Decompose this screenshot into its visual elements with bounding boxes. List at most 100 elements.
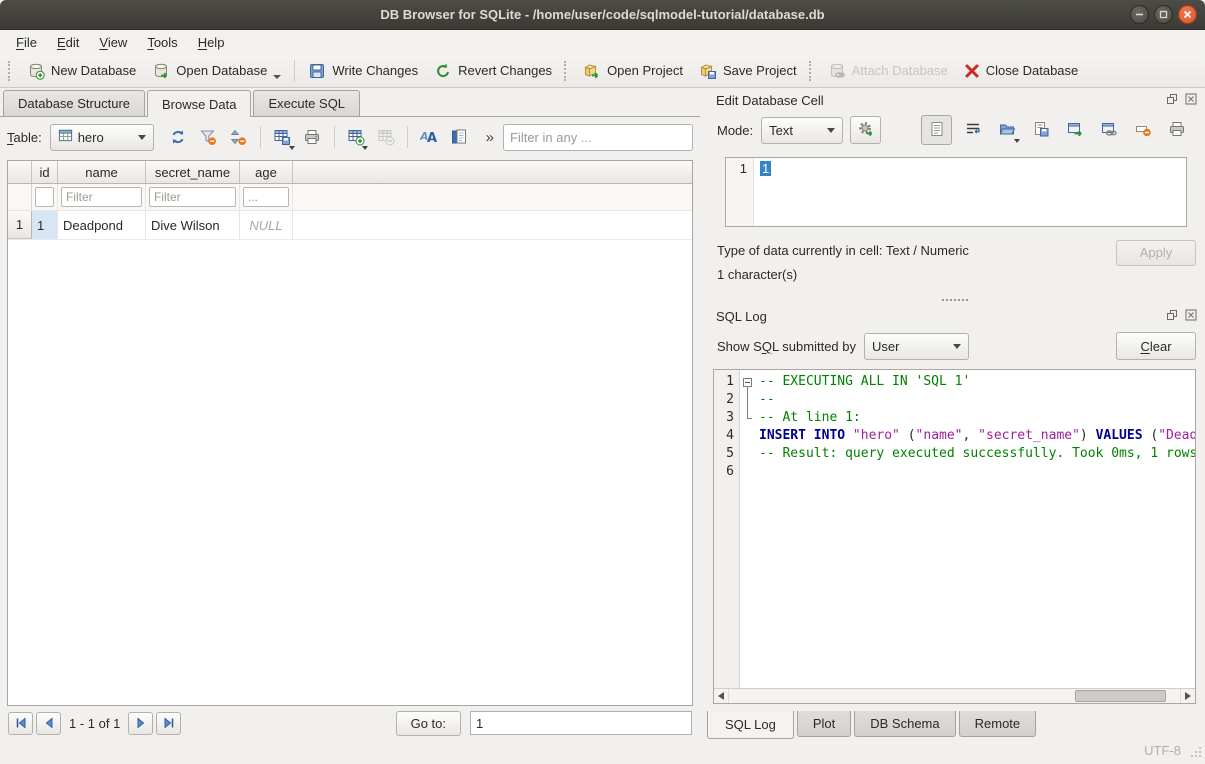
filter-corner [8,184,32,210]
mode-combo[interactable]: Text [761,117,843,144]
export-cell-button[interactable] [1027,117,1054,143]
open-in-app-button[interactable] [1061,117,1088,143]
auto-switch-mode-button[interactable] [850,116,881,144]
toolbar-drag-handle[interactable] [564,61,571,81]
resize-grip[interactable] [1189,745,1202,761]
clear-log-button[interactable]: Clear [1116,332,1196,360]
filter-secret-name[interactable]: Filter [146,184,240,210]
apply-button[interactable]: Apply [1116,240,1196,266]
fold-margin [740,370,757,688]
cell-id[interactable]: 1 [32,211,58,239]
maximize-button[interactable] [1154,5,1173,24]
word-wrap-button[interactable] [959,117,986,143]
tab-execute-sql[interactable]: Execute SQL [253,90,360,116]
next-record-icon [135,717,147,729]
clear-sort-button[interactable] [225,124,252,151]
column-header-age[interactable]: age [240,161,293,184]
set-null-button[interactable] [1129,117,1156,143]
encoding-button[interactable] [446,124,473,151]
filter-age-input[interactable]: ... [243,187,289,207]
fold-guide-end [747,418,752,419]
menu-edit[interactable]: Edit [47,32,89,53]
clear-filters-button[interactable] [195,124,222,151]
menu-view[interactable]: View [89,32,137,53]
font-settings-button[interactable]: AA [416,124,443,151]
menu-help[interactable]: Help [188,32,235,53]
cell-name[interactable]: Deadpond [58,211,146,239]
filter-age[interactable]: ... [240,184,293,210]
new-record-icon [347,128,365,146]
table-select-combo[interactable]: hero [50,124,154,151]
cell-age[interactable]: NULL [240,211,293,239]
dropdown-caret-icon [289,146,295,150]
copy-link-button[interactable] [1095,117,1122,143]
filter-any-column-input[interactable] [503,124,693,151]
open-database-dropdown-icon[interactable] [273,75,281,79]
tab-sql-log[interactable]: SQL Log [707,711,794,739]
cell-secret-name[interactable]: Dive Wilson [146,211,240,239]
write-changes-button[interactable]: Write Changes [300,58,426,84]
word-wrap-icon [964,120,982,141]
import-cell-button[interactable] [993,117,1020,143]
dock-close-button[interactable] [1184,94,1198,108]
previous-record-button[interactable] [36,712,61,735]
revert-changes-button[interactable]: Revert Changes [426,58,560,84]
menu-file[interactable]: File [6,32,47,53]
toolbar-drag-handle[interactable] [809,61,816,81]
minimize-button[interactable] [1130,5,1149,24]
open-file-icon [998,120,1016,141]
filter-name[interactable]: Filter [58,184,146,210]
close-button[interactable] [1178,5,1197,24]
tab-db-schema[interactable]: DB Schema [854,711,955,737]
menu-tools[interactable]: Tools [137,32,187,53]
filter-id[interactable] [32,184,58,210]
next-record-button[interactable] [128,712,153,735]
filter-secret-name-input[interactable]: Filter [149,187,236,207]
toolbar-overflow-chevron[interactable]: » [486,129,494,146]
new-database-button[interactable]: New Database [19,58,144,84]
delete-record-button[interactable] [372,124,399,151]
goto-button[interactable]: Go to: [396,711,461,736]
attach-database-button[interactable]: Attach Database [820,58,956,84]
open-project-label: Open Project [607,63,683,78]
tab-browse-data[interactable]: Browse Data [147,90,251,117]
scroll-right-button[interactable] [1180,689,1195,703]
dock-close-button[interactable] [1184,310,1198,324]
sql-log-view[interactable]: 1 2 3 4 5 6 -- EXECUTING ALL IN 'SQL 1' [713,369,1196,704]
cell-editor[interactable]: 1 1 [725,157,1187,227]
fold-collapse-icon[interactable] [743,378,752,387]
save-project-button[interactable]: Save Project [691,58,805,84]
horizontal-scrollbar[interactable] [714,688,1195,703]
column-header-name[interactable]: name [58,161,146,184]
grid-corner-cell[interactable] [8,161,32,184]
filter-name-input[interactable]: Filter [61,187,142,207]
save-table-button[interactable] [269,124,296,151]
dock-float-button[interactable] [1165,310,1179,324]
tab-database-structure[interactable]: Database Structure [3,90,145,116]
filter-id-input[interactable] [35,187,54,207]
save-project-label: Save Project [723,63,797,78]
dock-float-button[interactable] [1165,94,1179,108]
dock-splitter[interactable] [705,293,1205,306]
print-button[interactable] [299,124,326,151]
column-header-id[interactable]: id [32,161,58,184]
tab-remote[interactable]: Remote [959,711,1037,737]
scroll-left-button[interactable] [714,689,729,703]
goto-record-input[interactable] [470,711,692,735]
text-mode-button[interactable] [921,115,952,145]
refresh-button[interactable] [165,124,192,151]
last-record-button[interactable] [156,712,181,735]
first-record-button[interactable] [8,712,33,735]
close-database-button[interactable]: Close Database [956,59,1087,83]
cell-editor-text[interactable]: 1 [754,158,1186,226]
open-database-button[interactable]: Open Database [144,58,289,84]
insert-record-button[interactable] [342,124,369,151]
scrollbar-thumb[interactable] [1075,690,1166,702]
print-cell-button[interactable] [1163,117,1190,143]
tab-plot[interactable]: Plot [797,711,851,737]
toolbar-drag-handle[interactable] [8,61,15,81]
row-header[interactable]: 1 [8,211,32,239]
column-header-secret-name[interactable]: secret_name [146,161,240,184]
sql-source-combo[interactable]: User [864,333,969,360]
open-project-button[interactable]: Open Project [575,58,691,84]
